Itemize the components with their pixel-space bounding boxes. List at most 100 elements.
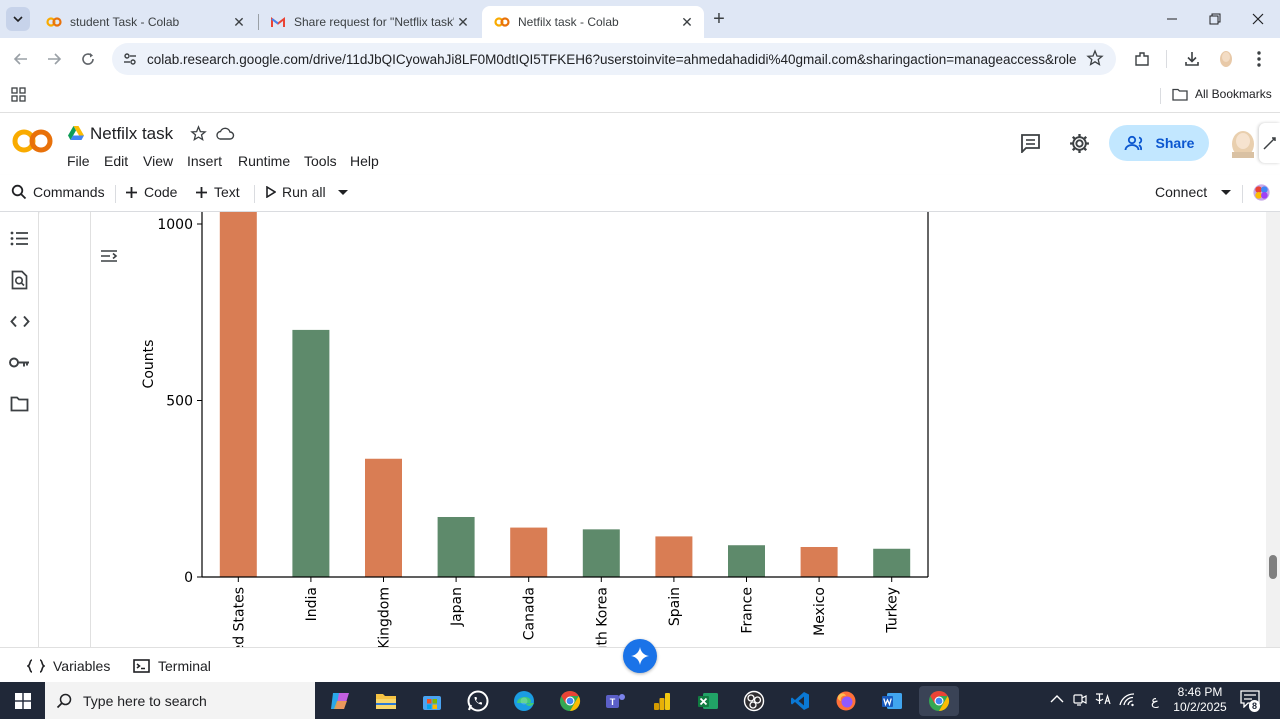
browser-tab-active[interactable]: Netfilx task - Colab ✕ <box>482 6 704 38</box>
cloud-saved-icon[interactable] <box>215 126 235 141</box>
windows-start-icon[interactable] <box>0 682 45 719</box>
address-bar[interactable]: colab.research.google.com/drive/11dJbQIC… <box>112 43 1116 75</box>
keyboard-language[interactable]: ع <box>1151 693 1159 709</box>
browser-tab[interactable]: Share request for "Netflix task" ✕ <box>258 6 480 38</box>
close-tab-icon[interactable]: ✕ <box>454 14 472 31</box>
bar-chart: 0500100015002000Countsed StatesIndiaKing… <box>141 212 929 647</box>
browser-tab[interactable]: student Task - Colab ✕ <box>34 6 256 38</box>
variables-label: Variables <box>53 658 111 674</box>
find-replace-icon[interactable] <box>9 269 30 290</box>
word-icon[interactable] <box>877 686 907 716</box>
profile-avatar[interactable] <box>1214 47 1238 71</box>
table-of-contents-icon[interactable] <box>9 228 30 249</box>
menu-view[interactable]: View <box>143 153 173 169</box>
add-text-button[interactable]: Text <box>195 184 240 200</box>
reload-icon[interactable] <box>76 47 100 71</box>
menu-file[interactable]: File <box>67 153 90 169</box>
side-panel-edge[interactable] <box>1259 123 1280 163</box>
menu-help[interactable]: Help <box>350 153 379 169</box>
new-tab-button[interactable]: + <box>708 8 730 30</box>
power-bi-icon[interactable] <box>647 686 677 716</box>
commands-button[interactable]: Commands <box>11 184 105 200</box>
tray-chevron-up-icon[interactable] <box>1050 694 1064 703</box>
settings-gear-icon[interactable] <box>1069 133 1090 154</box>
comments-icon[interactable] <box>1020 133 1041 153</box>
copilot-icon[interactable] <box>325 686 355 716</box>
all-bookmarks-button[interactable]: All Bookmarks <box>1172 87 1272 101</box>
secrets-key-icon[interactable] <box>9 352 30 373</box>
meet-now-icon[interactable] <box>1073 693 1087 707</box>
play-icon <box>266 186 276 198</box>
wifi-icon[interactable] <box>1119 693 1135 707</box>
obs-studio-icon[interactable] <box>739 686 769 716</box>
toolbar-divider <box>1242 185 1243 203</box>
menu-insert[interactable]: Insert <box>187 153 222 169</box>
share-button[interactable]: Share <box>1109 125 1209 161</box>
microsoft-store-icon[interactable] <box>417 686 447 716</box>
menu-tools[interactable]: Tools <box>304 153 337 169</box>
chart-x-tick-label: Kingdom <box>377 587 393 647</box>
bookmark-star-icon[interactable] <box>1086 49 1104 67</box>
chrome-active-icon[interactable] <box>919 686 959 716</box>
chart-bar <box>219 212 257 577</box>
file-explorer-icon[interactable] <box>371 686 401 716</box>
download-icon[interactable] <box>1180 47 1204 71</box>
site-settings-icon[interactable] <box>122 51 138 67</box>
star-icon[interactable] <box>190 125 207 142</box>
gemini-button[interactable] <box>623 639 657 673</box>
connect-button[interactable]: Connect <box>1155 184 1207 200</box>
chart-y-tick-label: 0 <box>184 570 193 586</box>
clock-time: 8:46 PM <box>1177 685 1223 699</box>
edge-browser-icon[interactable] <box>509 686 539 716</box>
excel-icon[interactable] <box>693 686 723 716</box>
vscode-icon[interactable] <box>785 686 815 716</box>
chart-x-tick-label: France <box>740 587 756 634</box>
folder-icon <box>1172 88 1188 101</box>
menu-edit[interactable]: Edit <box>104 153 128 169</box>
chart-x-tick-label: uth Korea <box>594 587 610 647</box>
more-vert-icon[interactable] <box>1247 47 1271 71</box>
colab-icon <box>494 14 510 30</box>
vertical-scrollbar[interactable] <box>1266 212 1280 647</box>
minimize-icon[interactable] <box>1160 8 1184 30</box>
google-drive-icon[interactable] <box>68 126 84 140</box>
whatsapp-icon[interactable] <box>463 686 493 716</box>
close-tab-icon[interactable]: ✕ <box>678 14 696 31</box>
connect-dropdown-icon[interactable] <box>1221 190 1231 196</box>
user-avatar[interactable] <box>1230 128 1256 158</box>
svg-text:T: T <box>610 697 616 707</box>
forward-icon[interactable] <box>42 47 66 71</box>
chart-x-tick-label: Mexico <box>812 587 828 636</box>
menu-runtime[interactable]: Runtime <box>238 153 290 169</box>
run-all-dropdown-icon[interactable] <box>338 190 348 196</box>
notebook-title[interactable]: Netfilx task <box>90 124 173 144</box>
tab-search-button[interactable] <box>6 7 30 31</box>
files-folder-icon[interactable] <box>9 393 30 414</box>
scrollbar-thumb[interactable] <box>1269 555 1277 579</box>
firefox-icon[interactable] <box>831 686 861 716</box>
run-all-button[interactable]: Run all <box>265 184 326 200</box>
terminal-button[interactable]: Terminal <box>133 658 211 674</box>
colab-icon <box>46 14 62 30</box>
extensions-icon[interactable] <box>1130 47 1154 71</box>
variables-button[interactable]: Variables <box>27 658 110 674</box>
close-window-icon[interactable] <box>1246 8 1270 30</box>
restore-icon[interactable] <box>1203 8 1227 30</box>
colab-logo[interactable] <box>12 127 54 155</box>
close-tab-icon[interactable]: ✕ <box>230 14 248 31</box>
code-label: Code <box>144 184 178 200</box>
notebook-toolbar: Commands Code Text Run all Connect <box>0 175 1280 212</box>
taskbar-clock[interactable]: 8:46 PM 10/2/2025 <box>1170 685 1230 715</box>
chrome-icon[interactable] <box>555 686 585 716</box>
apps-grid-icon[interactable] <box>11 87 26 102</box>
taskbar-search-box[interactable]: Type here to search <box>45 682 315 719</box>
search-icon <box>56 693 72 708</box>
notification-center-icon[interactable]: 8 <box>1240 690 1264 712</box>
back-icon[interactable] <box>9 47 33 71</box>
add-code-button[interactable]: Code <box>125 184 177 200</box>
code-snippets-icon[interactable] <box>9 311 30 332</box>
commands-label: Commands <box>33 184 105 200</box>
gemini-sparkle-icon[interactable] <box>1252 183 1271 202</box>
input-method-icon[interactable] <box>1094 691 1112 707</box>
teams-icon[interactable]: T <box>601 686 631 716</box>
